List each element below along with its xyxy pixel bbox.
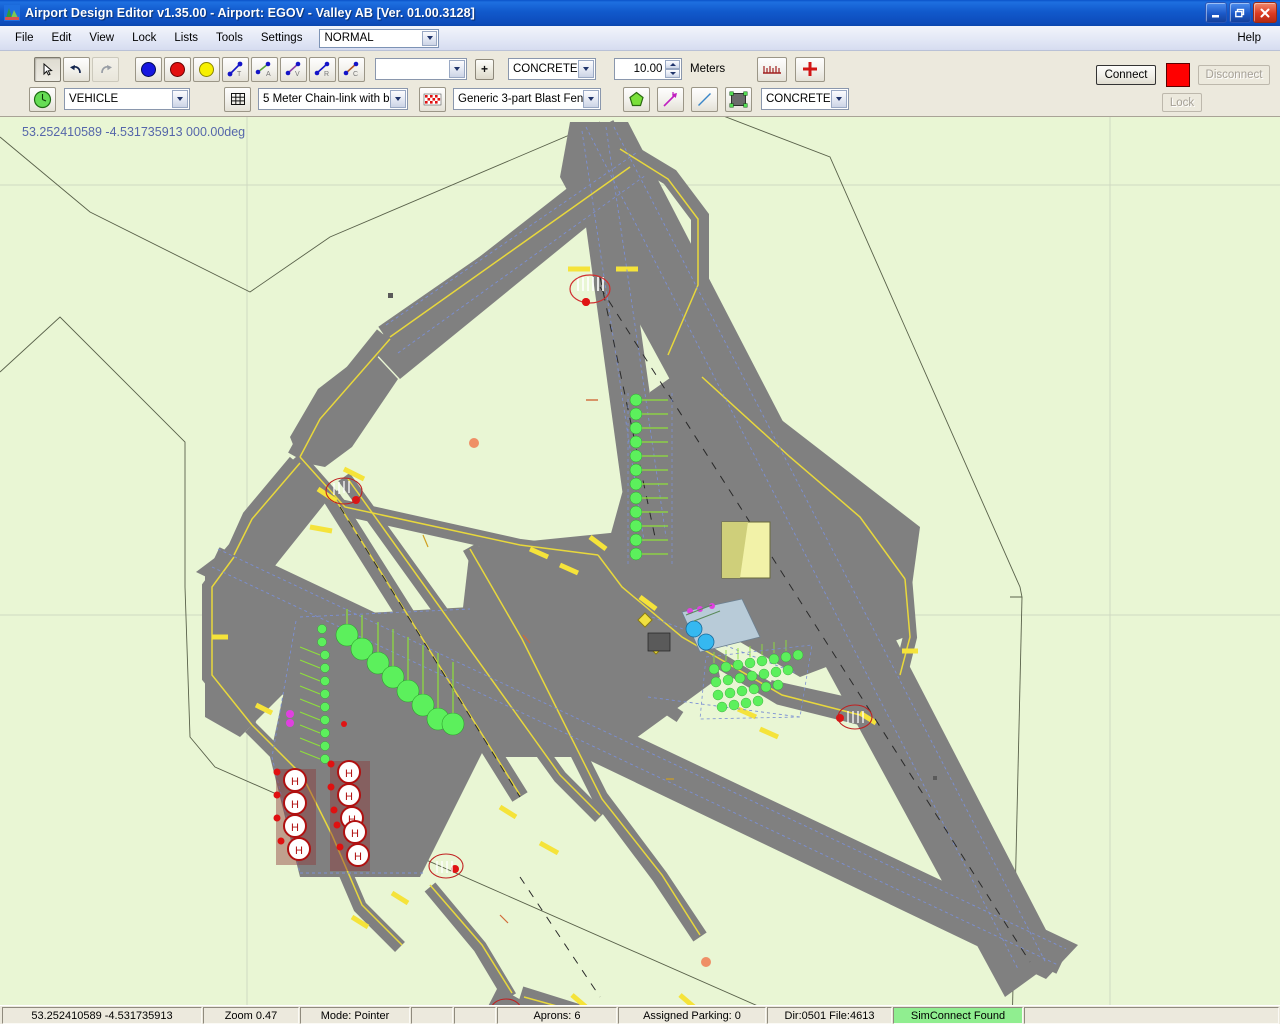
blast-fence-value: Generic 3-part Blast Fence <box>458 93 596 105</box>
svg-text:C: C <box>353 71 358 78</box>
redo-arrow-icon <box>92 56 119 82</box>
menu-item-view[interactable]: View <box>80 29 123 47</box>
chevron-down-icon[interactable] <box>831 90 847 108</box>
red-plus-icon[interactable] <box>795 56 826 82</box>
width-stepper[interactable]: 10.00 <box>614 58 682 80</box>
svg-text:H: H <box>295 845 303 857</box>
airport-icon <box>4 5 20 21</box>
status-assigned-parking: Assigned Parking: 0 <box>618 1007 766 1024</box>
svg-text:H: H <box>291 799 299 811</box>
svg-text:H: H <box>291 822 299 834</box>
chevron-down-icon[interactable] <box>583 90 599 108</box>
line-icon[interactable] <box>691 86 718 112</box>
menu-item-file[interactable]: File <box>6 29 43 47</box>
chevron-down-icon[interactable] <box>390 90 406 108</box>
chevron-down-icon[interactable] <box>422 30 438 46</box>
units-label: Meters <box>690 63 726 75</box>
add-link-button[interactable]: + <box>475 58 494 80</box>
link-name-combo[interactable] <box>375 58 467 80</box>
surface-combo[interactable]: CONCRETE <box>508 58 596 80</box>
blast-fence-icon[interactable] <box>419 86 446 112</box>
menu-item-settings[interactable]: Settings <box>252 29 312 47</box>
stepper-down-icon[interactable] <box>665 69 680 78</box>
blue-node-icon[interactable] <box>135 56 162 82</box>
width-value: 10.00 <box>633 63 663 75</box>
pointer-arrow-icon[interactable] <box>34 56 61 82</box>
status-bar: 53.252410589 -4.531735913 Zoom 0.47 Mode… <box>0 1005 1280 1024</box>
surface-combo-2[interactable]: CONCRETE <box>761 88 849 110</box>
status-badge <box>1166 63 1190 87</box>
connect-button[interactable]: Connect <box>1096 65 1156 85</box>
mode-select-value: NORMAL <box>324 32 374 44</box>
disconnect-button: Disconnect <box>1198 65 1270 85</box>
toolbar-area: T A V R C + CONCRETE 10.00 Meters VEHICL… <box>0 51 1280 117</box>
menu-bar[interactable]: File Edit View Lock Lists Tools Settings… <box>0 26 1280 51</box>
vehicle-combo[interactable]: VEHICLE <box>64 88 190 110</box>
chevron-down-icon[interactable] <box>578 60 594 78</box>
lock-button: Lock <box>1162 93 1202 112</box>
undo-arrow-icon[interactable] <box>63 56 90 82</box>
close-icon[interactable] <box>1253 2 1277 23</box>
svg-text:H: H <box>345 791 353 803</box>
menu-item-edit[interactable]: Edit <box>43 29 81 47</box>
airport-diagram[interactable]: H H H H H H H H H <box>0 117 1280 1005</box>
svg-text:R: R <box>324 71 329 78</box>
stepper-up-icon[interactable] <box>665 60 680 69</box>
menu-item-lists[interactable]: Lists <box>165 29 207 47</box>
grid-icon[interactable] <box>224 86 251 112</box>
yellow-node-icon[interactable] <box>193 56 220 82</box>
svg-text:H: H <box>354 851 362 863</box>
polygon-icon[interactable] <box>623 86 650 112</box>
status-aprons: Aprons: 6 <box>497 1007 617 1024</box>
window-titlebar[interactable]: Airport Design Editor v1.35.00 - Airport… <box>0 0 1280 26</box>
window-title: Airport Design Editor v1.35.00 - Airport… <box>25 6 475 20</box>
airport-map-canvas[interactable]: 53.252410589 -4.531735913 000.00deg H H … <box>0 117 1280 1005</box>
link-centerline-icon[interactable]: C <box>338 56 365 82</box>
status-zoom: Zoom 0.47 <box>203 1007 299 1024</box>
status-filler <box>1024 1007 1279 1024</box>
link-runway-icon[interactable]: R <box>309 56 336 82</box>
maximize-icon[interactable] <box>1229 2 1251 23</box>
status-coordinates: 53.252410589 -4.531735913 <box>2 1007 202 1024</box>
blast-fence-combo[interactable]: Generic 3-part Blast Fence <box>453 88 601 110</box>
link-apron-icon[interactable]: A <box>251 56 278 82</box>
svg-text:A: A <box>266 71 271 78</box>
fence-combo[interactable]: 5 Meter Chain-link with ber <box>258 88 408 110</box>
status-simconnect: SimConnect Found <box>893 1007 1023 1024</box>
ruler-icon[interactable] <box>757 56 788 82</box>
menu-item-lock[interactable]: Lock <box>123 29 165 47</box>
svg-text:V: V <box>295 71 300 78</box>
mode-select[interactable]: NORMAL <box>319 28 440 48</box>
stepper-buttons[interactable] <box>665 60 680 78</box>
red-node-icon[interactable] <box>164 56 191 82</box>
link-vehicle-icon[interactable]: V <box>280 56 307 82</box>
status-blank-2 <box>454 1007 496 1024</box>
svg-text:H: H <box>291 776 299 788</box>
chevron-down-icon[interactable] <box>172 90 188 108</box>
terminal-building[interactable] <box>721 521 771 579</box>
connection-panel: Connect Disconnect Lock <box>1082 57 1272 115</box>
selection-box-icon[interactable] <box>725 86 752 112</box>
menu-item-tools[interactable]: Tools <box>207 29 252 47</box>
chevron-down-icon[interactable] <box>449 60 465 78</box>
minimize-icon[interactable] <box>1205 2 1227 23</box>
menu-item-help[interactable]: Help <box>1228 29 1270 47</box>
svg-text:H: H <box>345 768 353 780</box>
fence-value: 5 Meter Chain-link with ber <box>263 93 400 105</box>
status-mode: Mode: Pointer <box>300 1007 410 1024</box>
status-blank-1 <box>411 1007 453 1024</box>
svg-text:T: T <box>237 71 242 78</box>
link-taxiway-icon[interactable]: T <box>222 56 249 82</box>
green-clock-icon[interactable] <box>29 86 56 112</box>
svg-text:H: H <box>351 828 359 840</box>
canvas-coordinate-overlay: 53.252410589 -4.531735913 000.00deg <box>22 125 246 139</box>
status-dir-file: Dir:0501 File:4613 <box>767 1007 892 1024</box>
window-controls[interactable] <box>1205 2 1277 23</box>
magenta-arrow-icon[interactable] <box>657 86 684 112</box>
vehicle-value: VEHICLE <box>69 93 119 105</box>
